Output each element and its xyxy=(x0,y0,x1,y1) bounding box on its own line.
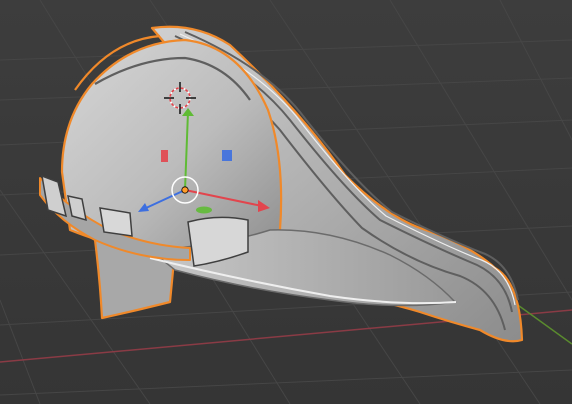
viewport-canvas[interactable] xyxy=(0,0,572,404)
3d-viewport[interactable] xyxy=(0,0,572,404)
